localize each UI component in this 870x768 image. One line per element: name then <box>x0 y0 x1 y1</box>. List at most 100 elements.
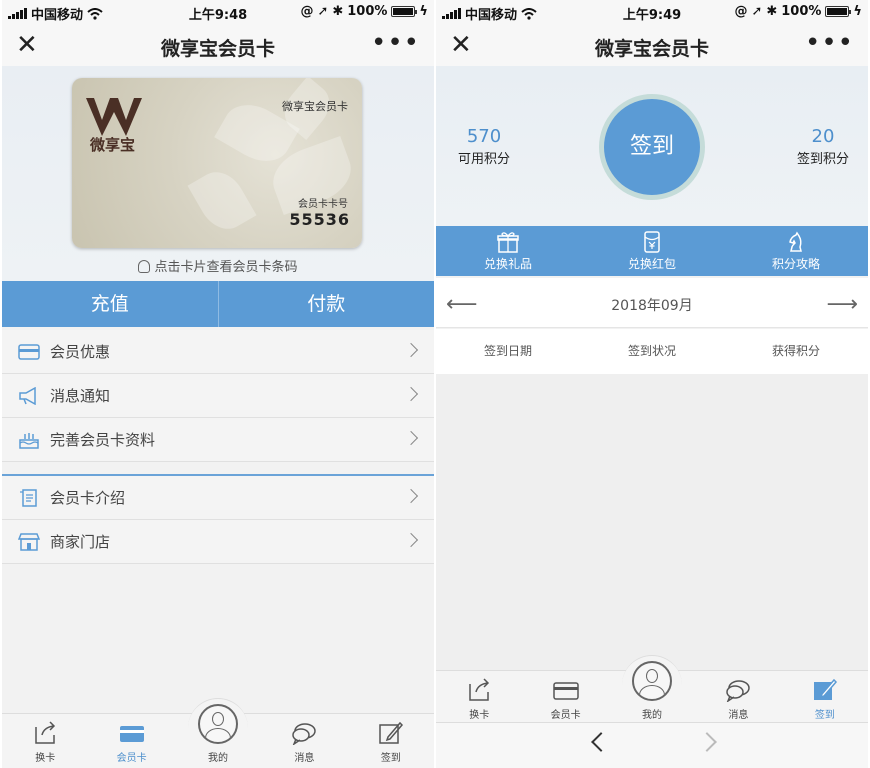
tab-checkin[interactable]: 签到 <box>348 714 434 768</box>
checkin-screen: 中国移动 上午9:49 @ ➚ ✱ 100% ϟ ✕ 微享宝会员卡 ••• 57… <box>436 0 868 768</box>
feature-label: 兑换红包 <box>627 257 676 271</box>
tab-me[interactable]: 我的 <box>175 704 261 768</box>
tab-bar: 换卡 会员卡 我的 消息 签到 <box>2 698 434 768</box>
tab-label: 签到 <box>814 710 835 721</box>
gift-icon <box>497 232 519 253</box>
arrow-right-icon[interactable]: ⟶ <box>826 292 858 317</box>
tab-bar: 换卡 会员卡 我的 消息 签到 <box>436 655 868 725</box>
card-icon <box>119 726 144 742</box>
available-points: 570 可用积分 <box>454 126 514 167</box>
menu-group-secondary: 会员卡介绍 商家门店 <box>2 474 434 564</box>
chat-icon <box>292 723 317 745</box>
card-title: 微享宝会员卡 <box>282 100 348 113</box>
tab-label: 我的 <box>208 753 229 764</box>
tab-member-card[interactable]: 会员卡 <box>522 671 608 725</box>
nav-bar: ✕ 微享宝会员卡 ••• <box>2 24 434 66</box>
action-bar: 充值 付款 <box>2 281 434 327</box>
month-selector: ⟵ 2018年09月 ⟶ <box>436 278 868 328</box>
redeem-gift-button[interactable]: 兑换礼品 <box>436 226 580 276</box>
bluetooth-icon: ✱ <box>332 4 344 19</box>
more-icon[interactable]: ••• <box>805 28 854 58</box>
checkin-points-label: 签到积分 <box>796 152 849 167</box>
tab-messages[interactable]: 消息 <box>261 714 347 768</box>
chat-icon <box>726 680 751 702</box>
card-number: 55536 <box>289 210 350 229</box>
tab-label: 会员卡 <box>116 753 147 764</box>
tab-switch-card[interactable]: 换卡 <box>436 671 522 725</box>
red-packet-icon <box>644 231 660 253</box>
menu-item-member-offers[interactable]: 会员优惠 <box>2 330 434 374</box>
avatar-icon <box>198 704 239 744</box>
membership-card[interactable]: 微享宝 微享宝会员卡 会员卡卡号 55536 <box>72 78 362 248</box>
browser-toolbar <box>436 722 868 768</box>
card-number-label: 会员卡卡号 <box>298 199 348 210</box>
forward-icon[interactable] <box>697 732 717 752</box>
checkin-list <box>436 374 868 670</box>
points-guide-button[interactable]: 积分攻略 <box>724 226 868 276</box>
current-month: 2018年09月 <box>611 298 693 314</box>
barcode-hint[interactable]: 点击卡片查看会员卡条码 <box>2 256 434 275</box>
bluetooth-icon: ✱ <box>766 4 778 19</box>
status-bar: 中国移动 上午9:49 @ ➚ ✱ 100% ϟ <box>436 0 868 24</box>
back-icon[interactable] <box>591 732 611 752</box>
screenshot-pair: 中国移动 上午9:48 @ ➚ ✱ 100% ϟ ✕ 微享宝会员卡 ••• 微享… <box>0 0 870 768</box>
column-header-points: 获得积分 <box>771 344 820 358</box>
menu-item-notifications[interactable]: 消息通知 <box>2 374 434 418</box>
available-points-value: 570 <box>466 126 502 147</box>
menu-item-label: 消息通知 <box>50 387 111 405</box>
menu-item-stores[interactable]: 商家门店 <box>2 520 434 564</box>
megaphone-icon <box>18 386 40 405</box>
chevron-right-icon <box>403 532 419 548</box>
charging-icon: ϟ <box>853 4 862 19</box>
page-title: 微享宝会员卡 <box>160 38 275 60</box>
redeem-red-packet-button[interactable]: 兑换红包 <box>580 226 724 276</box>
battery-percent: 100% <box>347 4 388 19</box>
edit-icon <box>813 678 837 700</box>
tab-label: 会员卡 <box>550 710 581 721</box>
tab-label: 签到 <box>380 753 401 764</box>
tab-label: 消息 <box>728 710 749 721</box>
tab-member-card[interactable]: 会员卡 <box>88 714 174 768</box>
tab-label: 消息 <box>294 753 315 764</box>
checkin-points-value: 20 <box>811 126 835 147</box>
tab-checkin[interactable]: 签到 <box>782 671 868 725</box>
share-icon <box>35 721 56 744</box>
battery-icon <box>391 6 418 17</box>
checkin-button[interactable]: 签到 <box>599 94 705 200</box>
orientation-lock-icon: @ <box>300 4 314 19</box>
menu-group-primary: 会员优惠 消息通知 完善会员卡资料 <box>2 330 434 462</box>
menu-item-label: 商家门店 <box>50 533 111 551</box>
feature-label: 积分攻略 <box>771 257 820 271</box>
location-icon: ➚ <box>317 4 329 19</box>
column-header-status: 签到状况 <box>627 344 676 358</box>
card-area: 微享宝 微享宝会员卡 会员卡卡号 55536 点击卡片查看会员卡条码 <box>2 66 434 281</box>
chevron-right-icon <box>403 430 419 446</box>
menu-item-complete-profile[interactable]: 完善会员卡资料 <box>2 418 434 462</box>
orientation-lock-icon: @ <box>734 4 748 19</box>
chess-knight-icon <box>789 231 802 252</box>
membership-card-screen: 中国移动 上午9:48 @ ➚ ✱ 100% ϟ ✕ 微享宝会员卡 ••• 微享… <box>2 0 434 768</box>
barcode-hint-text: 点击卡片查看会员卡条码 <box>154 260 298 275</box>
location-icon: ➚ <box>751 4 763 19</box>
available-points-label: 可用积分 <box>457 152 510 167</box>
tab-switch-card[interactable]: 换卡 <box>2 714 88 768</box>
feature-label: 兑换礼品 <box>483 257 532 271</box>
battery-icon <box>825 6 852 17</box>
chevron-right-icon <box>403 386 419 402</box>
tab-messages[interactable]: 消息 <box>695 671 781 725</box>
checkin-table-header: 签到日期 签到状况 获得积分 <box>436 329 868 374</box>
recharge-button[interactable]: 充值 <box>2 281 219 327</box>
feature-bar: 兑换礼品 兑换红包 积分攻略 <box>436 226 868 276</box>
menu-item-card-intro[interactable]: 会员卡介绍 <box>2 476 434 520</box>
card-icon <box>552 682 579 700</box>
brand-name: 微享宝 <box>90 136 136 154</box>
tab-label: 换卡 <box>35 753 56 764</box>
cake-icon <box>18 431 40 449</box>
hand-tap-icon <box>138 260 151 273</box>
checkin-points: 20 签到积分 <box>792 126 854 167</box>
card-icon <box>18 343 40 361</box>
pay-button[interactable]: 付款 <box>219 281 435 327</box>
more-icon[interactable]: ••• <box>371 28 420 58</box>
edit-icon <box>379 721 403 744</box>
tab-me[interactable]: 我的 <box>609 661 695 725</box>
